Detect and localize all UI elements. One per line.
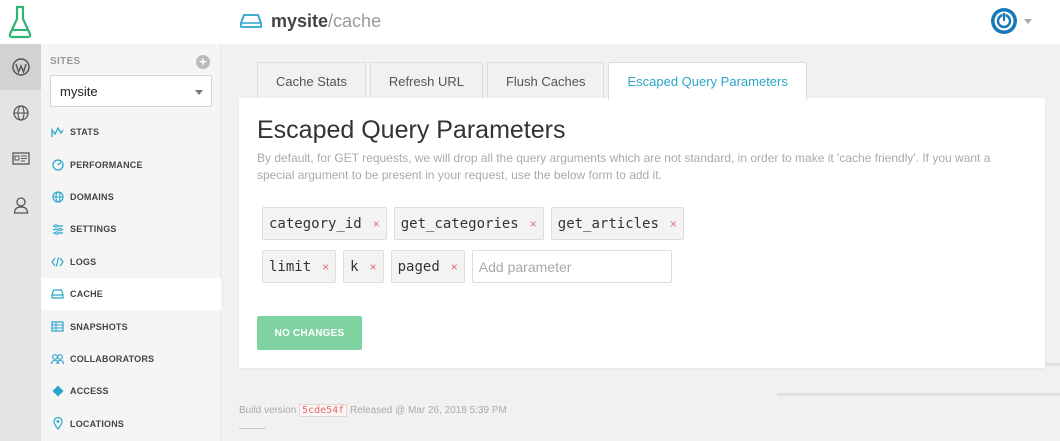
build-info: Build version 5cde54f Released @ Mar 26,… [239, 404, 507, 417]
sidebar-item-label: COLLABORATORS [70, 353, 155, 364]
rail-account[interactable] [0, 182, 41, 228]
sidebar: SITES + mysite STATS PERFORMANCE DOMAINS… [41, 44, 221, 441]
parameter-row: category_id × get_categories × get_artic… [262, 207, 822, 240]
sidebar-item-performance[interactable]: PERFORMANCE [41, 148, 221, 180]
remove-icon[interactable]: × [322, 260, 329, 274]
sidebar-item-label: LOCATIONS [70, 418, 125, 429]
tab-bar: Cache Stats Refresh URL Flush Caches Esc… [257, 62, 811, 100]
settings-icon [52, 224, 63, 235]
location-icon [52, 417, 63, 431]
rail-billing[interactable] [0, 136, 41, 182]
globe-icon [51, 191, 64, 203]
rail-globe[interactable] [0, 90, 41, 136]
power-avatar-icon[interactable] [990, 7, 1018, 35]
remove-icon[interactable]: × [373, 217, 380, 231]
add-site-button[interactable]: + [196, 55, 210, 69]
sidebar-item-cache[interactable]: CACHE [41, 277, 221, 311]
parameter-name: get_articles [557, 215, 659, 232]
parameter-name: get_categories [400, 215, 519, 232]
build-version: 5cde54f [299, 404, 348, 417]
remove-icon[interactable]: × [451, 260, 458, 274]
no-changes-button[interactable]: NO CHANGES [257, 316, 362, 350]
remove-icon[interactable]: × [670, 217, 677, 231]
sidebar-nav: STATS PERFORMANCE DOMAINS SETTINGS LOGS … [41, 116, 221, 440]
tab-cache-stats[interactable]: Cache Stats [257, 62, 366, 99]
snapshots-icon [51, 321, 64, 332]
parameter-row: limit × k × paged × [262, 250, 822, 283]
chevron-down-icon [195, 90, 203, 95]
sidebar-item-label: PERFORMANCE [70, 159, 143, 170]
sidebar-item-label: DOMAINS [70, 191, 114, 202]
sidebar-item-snapshots[interactable]: SNAPSHOTS [41, 310, 221, 342]
sidebar-item-locations[interactable]: LOCATIONS [41, 408, 221, 440]
add-parameter-input[interactable] [471, 250, 672, 283]
drive-icon [51, 289, 64, 299]
remove-icon[interactable]: × [370, 260, 377, 274]
footer-divider [239, 428, 266, 429]
build-prefix: Build version [239, 405, 297, 416]
parameter-chip: limit × [262, 250, 337, 283]
flask-logo-icon[interactable] [7, 4, 33, 40]
page-title: mysite /cache [240, 9, 381, 33]
parameter-name: paged [397, 258, 440, 275]
remove-icon[interactable]: × [530, 217, 537, 231]
globe-icon [12, 105, 29, 121]
parameter-name: category_id [269, 215, 362, 232]
code-icon [51, 257, 64, 267]
user-icon [13, 197, 28, 214]
sidebar-item-label: CACHE [70, 289, 104, 300]
site-name: mysite [271, 10, 329, 31]
sidebar-item-logs[interactable]: LOGS [41, 246, 221, 278]
access-icon [52, 385, 63, 397]
tab-escaped-query-parameters[interactable]: Escaped Query Parameters [608, 62, 807, 100]
parameter-name: limit [269, 258, 312, 275]
sidebar-item-label: ACCESS [70, 386, 109, 397]
drive-icon [240, 14, 262, 28]
sidebar-item-stats[interactable]: STATS [41, 116, 221, 148]
sidebar-item-label: STATS [70, 127, 100, 138]
wordpress-icon [11, 58, 30, 76]
top-bar: mysite /cache [0, 0, 1060, 44]
sidebar-item-domains[interactable]: DOMAINS [41, 181, 221, 213]
chevron-down-icon[interactable] [1024, 18, 1032, 24]
sidebar-item-label: SNAPSHOTS [70, 321, 128, 332]
build-released: Released @ Mar 26, 2018 5:39 PM [349, 405, 507, 416]
sidebar-item-settings[interactable]: SETTINGS [41, 213, 221, 245]
parameter-chip: get_articles × [550, 207, 684, 240]
sidebar-item-label: LOGS [70, 256, 97, 267]
sites-label: SITES [50, 56, 81, 67]
parameter-chip: k × [343, 250, 384, 283]
sidebar-item-label: SETTINGS [70, 224, 117, 235]
id-card-icon [11, 151, 30, 165]
performance-icon [51, 158, 64, 171]
icon-rail [0, 44, 41, 441]
parameter-list: category_id × get_categories × get_artic… [262, 207, 822, 293]
stats-icon [51, 126, 64, 137]
parameter-name: k [350, 258, 359, 275]
site-select-value: mysite [60, 84, 98, 99]
site-select[interactable]: mysite [50, 75, 212, 107]
tab-flush-caches[interactable]: Flush Caches [486, 62, 605, 99]
tab-refresh-url[interactable]: Refresh URL [369, 62, 483, 99]
collaborators-icon [51, 354, 64, 364]
parameter-chip: paged × [390, 250, 465, 283]
user-menu[interactable] [990, 7, 1032, 35]
sidebar-item-collaborators[interactable]: COLLABORATORS [41, 343, 221, 375]
site-path: /cache [328, 10, 382, 31]
parameter-chip: category_id × [262, 207, 387, 240]
parameter-chip: get_categories × [393, 207, 544, 240]
rail-wordpress[interactable] [0, 44, 41, 90]
panel-description: By default, for GET requests, we will dr… [257, 151, 991, 182]
sidebar-item-access[interactable]: ACCESS [41, 375, 221, 407]
panel-title: Escaped Query Parameters [257, 116, 566, 144]
escaped-params-panel: Escaped Query Parameters By default, for… [239, 98, 1045, 368]
